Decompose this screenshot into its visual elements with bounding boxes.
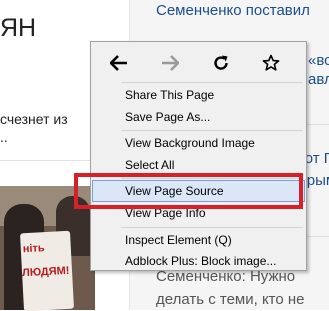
- arrow-left-icon: [110, 55, 127, 71]
- back-button[interactable]: [105, 50, 133, 76]
- article-text-line[interactable]: ..: [0, 129, 8, 145]
- headline-fragment: ЯН: [0, 14, 37, 42]
- protest-sign: ніть ЛЮДЯМ!: [19, 230, 75, 311]
- menu-item-adblock-block-image[interactable]: Adblock Plus: Block image...: [92, 250, 305, 272]
- menu-separator: [121, 82, 303, 83]
- menu-item-label: Adblock Plus: Block image...: [125, 254, 277, 268]
- news-link[interactable]: делать с теми, кто не: [156, 291, 305, 308]
- reload-button[interactable]: [207, 50, 235, 76]
- menu-separator: [121, 130, 303, 131]
- reload-icon: [214, 55, 228, 70]
- sign-text: ЛЮДЯМ!: [21, 264, 70, 280]
- sign-text: ніть: [22, 242, 45, 256]
- news-link[interactable]: Семенченко поставил: [156, 2, 310, 19]
- highlight-annotation: [74, 173, 303, 209]
- menu-item-share-page[interactable]: Share This Page: [92, 84, 305, 106]
- context-menu: Share This Page Save Page As... View Bac…: [90, 41, 307, 271]
- bookmark-button[interactable]: [257, 50, 285, 76]
- menu-item-label: Select All: [125, 158, 175, 172]
- menu-item-view-background-image[interactable]: View Background Image: [92, 132, 305, 154]
- news-link-fragment[interactable]: авля: [308, 71, 329, 88]
- article-text-line[interactable]: счезнет из: [0, 111, 68, 127]
- menu-item-label: View Background Image: [125, 136, 255, 150]
- menu-item-label: Share This Page: [125, 88, 215, 102]
- menu-item-inspect-element[interactable]: Inspect Element (Q): [92, 229, 305, 251]
- menu-separator: [121, 227, 303, 228]
- menu-item-label: Inspect Element (Q): [125, 233, 232, 247]
- menu-item-save-page-as[interactable]: Save Page As...: [92, 106, 305, 128]
- star-icon: [262, 54, 280, 71]
- menu-item-label: Save Page As...: [125, 110, 211, 124]
- arrow-right-icon: [162, 55, 179, 71]
- news-link-fragment[interactable]: «вс: [308, 52, 329, 69]
- forward-button[interactable]: [156, 50, 184, 76]
- context-menu-nav-row: [91, 42, 306, 82]
